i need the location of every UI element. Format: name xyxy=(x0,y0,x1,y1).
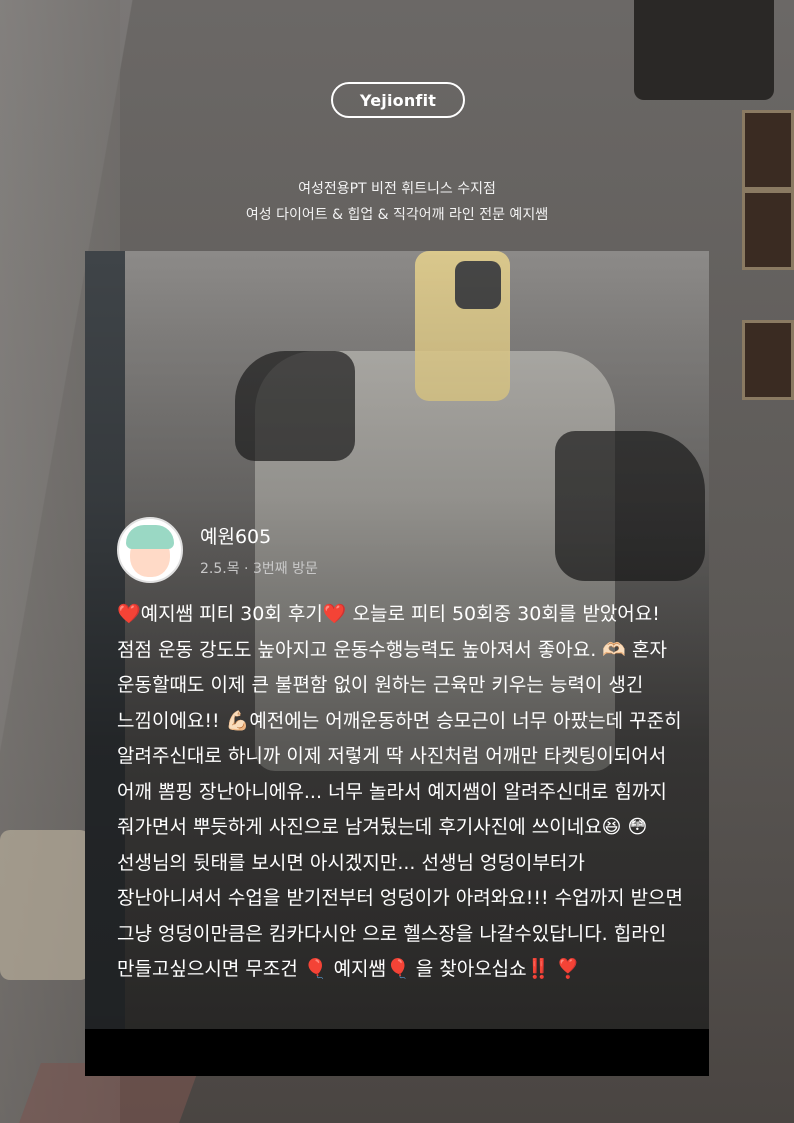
wall-frame xyxy=(742,190,794,270)
review-meta: 2.5.목 · 3번째 방문 xyxy=(200,561,318,577)
review-card: 예원605 2.5.목 · 3번째 방문 ❤️예지쌤 피티 30회 후기❤️ 오… xyxy=(85,251,709,1076)
background-stool xyxy=(0,830,90,980)
review-text: ❤️예지쌤 피티 30회 후기❤️ 오늘로 피티 50회중 30회를 받았어요!… xyxy=(117,603,690,980)
ceiling-lamp xyxy=(634,0,774,100)
review-username[interactable]: 예원605 xyxy=(200,522,271,549)
wall-frame xyxy=(742,320,794,400)
avatar[interactable] xyxy=(117,517,183,583)
tagline-gym: 여성전용PT 비전 휘트니스 수지점 xyxy=(298,181,496,197)
tagline-specialty: 여성 다이어트 & 힙업 & 직각어깨 라인 전문 예지쌤 xyxy=(245,207,549,223)
avatar-hair xyxy=(126,525,174,549)
avatar-face-icon xyxy=(126,525,174,577)
brand-logo: Yejionfit xyxy=(331,82,465,118)
